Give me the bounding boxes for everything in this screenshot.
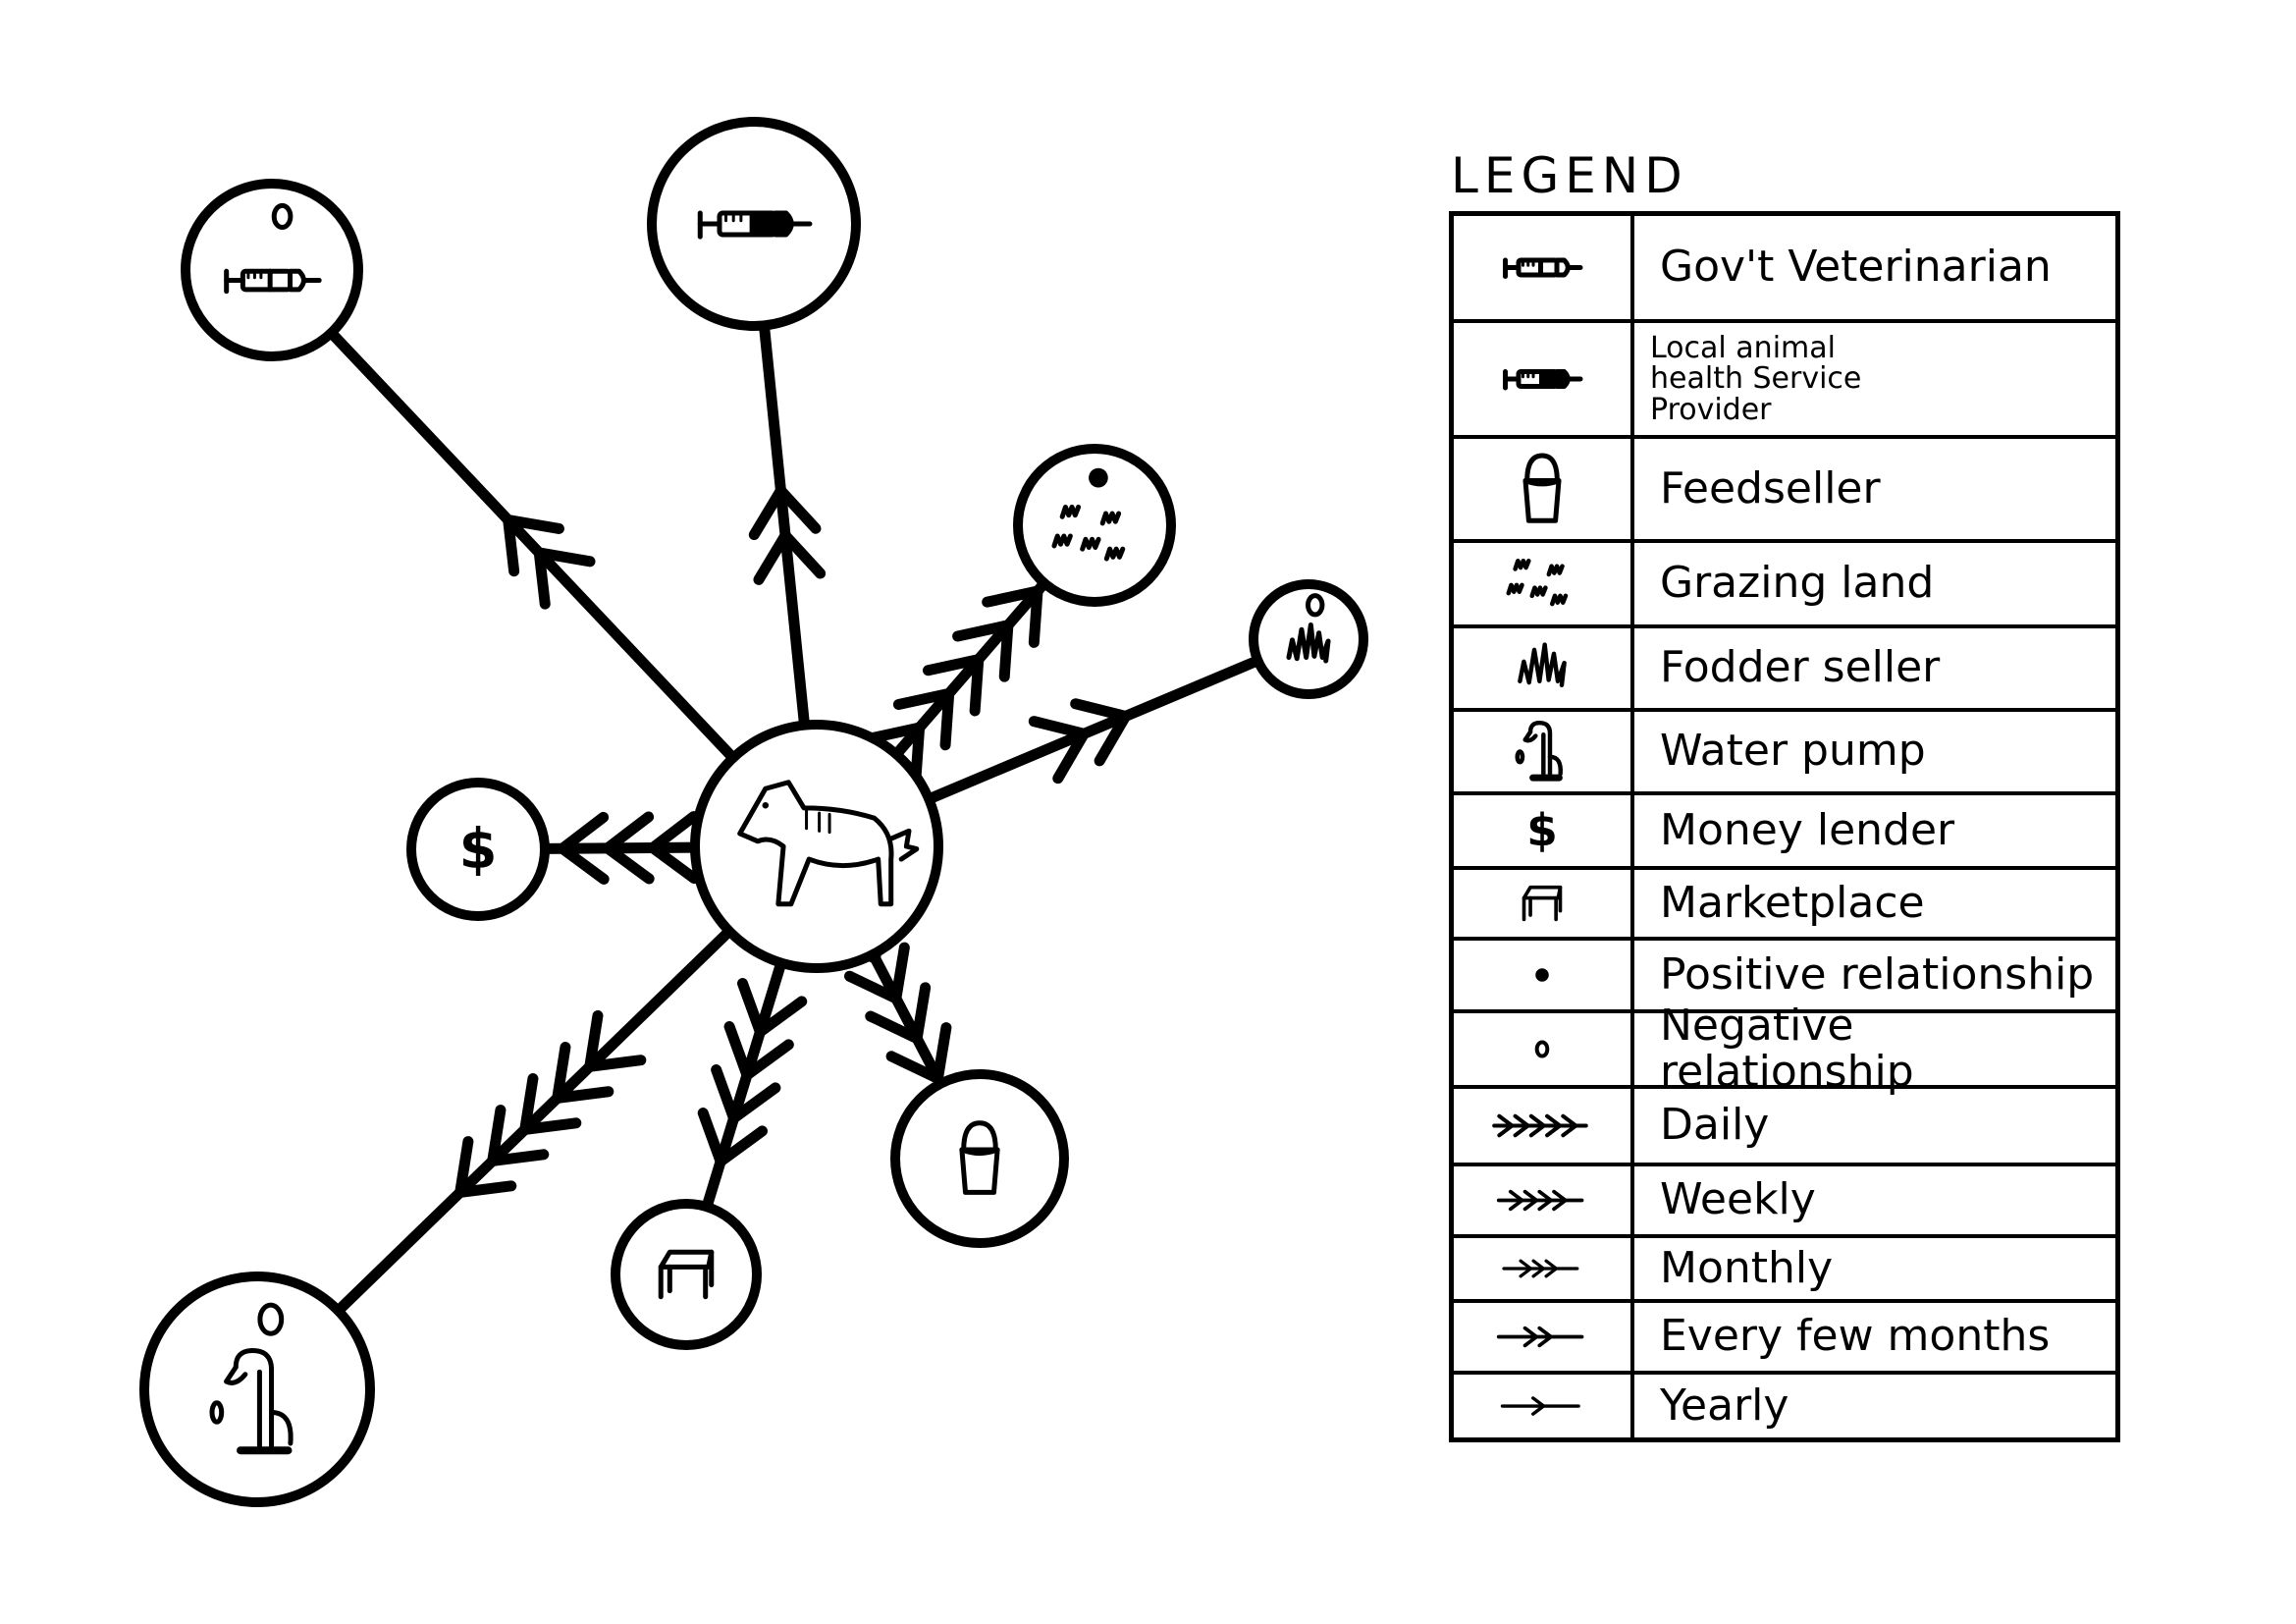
legend-symbol bbox=[1454, 323, 1634, 435]
legend-row: Daily bbox=[1454, 1085, 2115, 1163]
table-icon bbox=[1522, 885, 1563, 922]
syringe-empty-icon bbox=[1502, 257, 1583, 280]
legend-label: Negative relationship bbox=[1660, 1001, 1914, 1097]
water-pump-icon bbox=[1515, 720, 1563, 782]
legend-label: Money lender bbox=[1660, 804, 1955, 855]
arrow-4-chevrons-icon bbox=[1496, 1189, 1584, 1212]
node-circle bbox=[611, 1199, 762, 1350]
arrow-line bbox=[325, 327, 739, 764]
legend-row: Local animal health Service Provider bbox=[1454, 319, 2115, 435]
syringe-filled-icon bbox=[1502, 368, 1583, 391]
bucket-icon bbox=[1522, 453, 1562, 523]
arrow-line bbox=[758, 319, 811, 731]
grass-tufts-icon bbox=[1506, 558, 1569, 607]
legend-label: Local animal health Service Provider bbox=[1650, 330, 1862, 427]
legend-symbol bbox=[1454, 439, 1634, 539]
legend-symbol bbox=[1454, 1303, 1634, 1371]
legend-label: Every few months bbox=[1660, 1311, 2051, 1362]
dollar-icon: $ bbox=[1526, 804, 1558, 856]
legend-symbol bbox=[1454, 1238, 1634, 1299]
hollow-dot-icon bbox=[1534, 1040, 1550, 1058]
node-water-pump: Water pump bbox=[139, 1272, 375, 1507]
legend-label: Daily bbox=[1660, 1100, 1770, 1151]
legend-row: Feedseller bbox=[1454, 435, 2115, 539]
legend-label: Water pump bbox=[1660, 726, 1926, 777]
node-local-ahsp: Local animal health Service Provider bbox=[647, 117, 861, 331]
legend-row: Fodder seller bbox=[1454, 624, 2115, 708]
node-feed-seller: Feedseller bbox=[890, 1069, 1069, 1248]
legend-symbol bbox=[1454, 1089, 1634, 1163]
legend-symbol bbox=[1454, 628, 1634, 708]
node-grazing-land: Grazing land bbox=[1013, 444, 1176, 607]
legend-symbol: $ bbox=[1454, 795, 1634, 866]
legend-label: Marketplace bbox=[1660, 877, 1925, 928]
legend-label: Fodder seller bbox=[1660, 642, 1941, 693]
legend-row: Weekly bbox=[1454, 1163, 2115, 1234]
node-marketplace: Marketplace bbox=[611, 1199, 762, 1350]
legend-label: Monthly bbox=[1660, 1242, 1834, 1293]
legend-title: LEGEND bbox=[1451, 147, 1688, 204]
nodes: Livestock (cow) Gov't Veterinarian Local a… bbox=[139, 117, 1368, 1507]
legend-symbol bbox=[1454, 1166, 1634, 1234]
edge-govt-vet bbox=[325, 327, 739, 764]
legend-row: Gov't Veterinarian bbox=[1454, 216, 2115, 319]
edge-local-ahsp bbox=[748, 319, 827, 731]
node-livestock: Livestock (cow) bbox=[690, 720, 943, 973]
legend-row: Every few months bbox=[1454, 1299, 2115, 1371]
legend-symbol bbox=[1454, 941, 1634, 1009]
legend-row: Monthly bbox=[1454, 1234, 2115, 1299]
legend-symbol bbox=[1454, 712, 1634, 791]
arrow-3-chevrons-icon bbox=[1502, 1259, 1579, 1278]
edge-marketplace bbox=[697, 957, 808, 1213]
legend-symbol bbox=[1454, 543, 1634, 624]
dollar-icon: $ bbox=[459, 818, 498, 882]
node-circle bbox=[890, 1069, 1069, 1248]
legend-row: Positive relationship bbox=[1454, 937, 2115, 1009]
legend-label: Gov't Veterinarian bbox=[1660, 242, 2052, 293]
legend-symbol bbox=[1454, 1375, 1634, 1437]
legend-label: Yearly bbox=[1660, 1380, 1789, 1431]
svg-text:$: $ bbox=[1526, 804, 1558, 856]
legend-label: Grazing land bbox=[1660, 558, 1935, 609]
legend-symbol bbox=[1454, 1013, 1634, 1085]
legend-row: Water pump bbox=[1454, 708, 2115, 791]
legend-row: $ Money lender bbox=[1454, 791, 2115, 866]
node-fodder-seller: Fodder seller bbox=[1249, 579, 1368, 699]
legend-label: Feedseller bbox=[1660, 462, 1881, 514]
legend-label: Weekly bbox=[1660, 1174, 1816, 1225]
legend-row: Grazing land bbox=[1454, 539, 2115, 624]
arrow-2-chevrons-icon bbox=[1496, 1326, 1584, 1348]
arrow-1-chevron-icon bbox=[1500, 1396, 1580, 1416]
node-money-lender: $Money lender bbox=[406, 778, 550, 921]
legend-label: Positive relationship bbox=[1660, 948, 2095, 1000]
filled-dot-icon bbox=[1089, 467, 1108, 488]
filled-dot-icon bbox=[1535, 968, 1549, 982]
legend-table: Gov't Veterinarian Local animal health Se… bbox=[1449, 211, 2120, 1442]
node-circle bbox=[690, 720, 943, 973]
arrow-5-chevrons-icon bbox=[1492, 1113, 1588, 1138]
node-govt-vet: Gov't Veterinarian bbox=[181, 179, 363, 361]
legend-row: Yearly bbox=[1454, 1371, 2115, 1437]
edge-money-lender bbox=[539, 811, 701, 885]
svg-text:$: $ bbox=[459, 818, 498, 882]
legend-symbol bbox=[1454, 870, 1634, 937]
legend-row: Negative relationship bbox=[1454, 1001, 2115, 1097]
fodder-grass-icon bbox=[1518, 642, 1567, 688]
legend-symbol bbox=[1454, 216, 1634, 319]
legend-row: Marketplace bbox=[1454, 866, 2115, 937]
